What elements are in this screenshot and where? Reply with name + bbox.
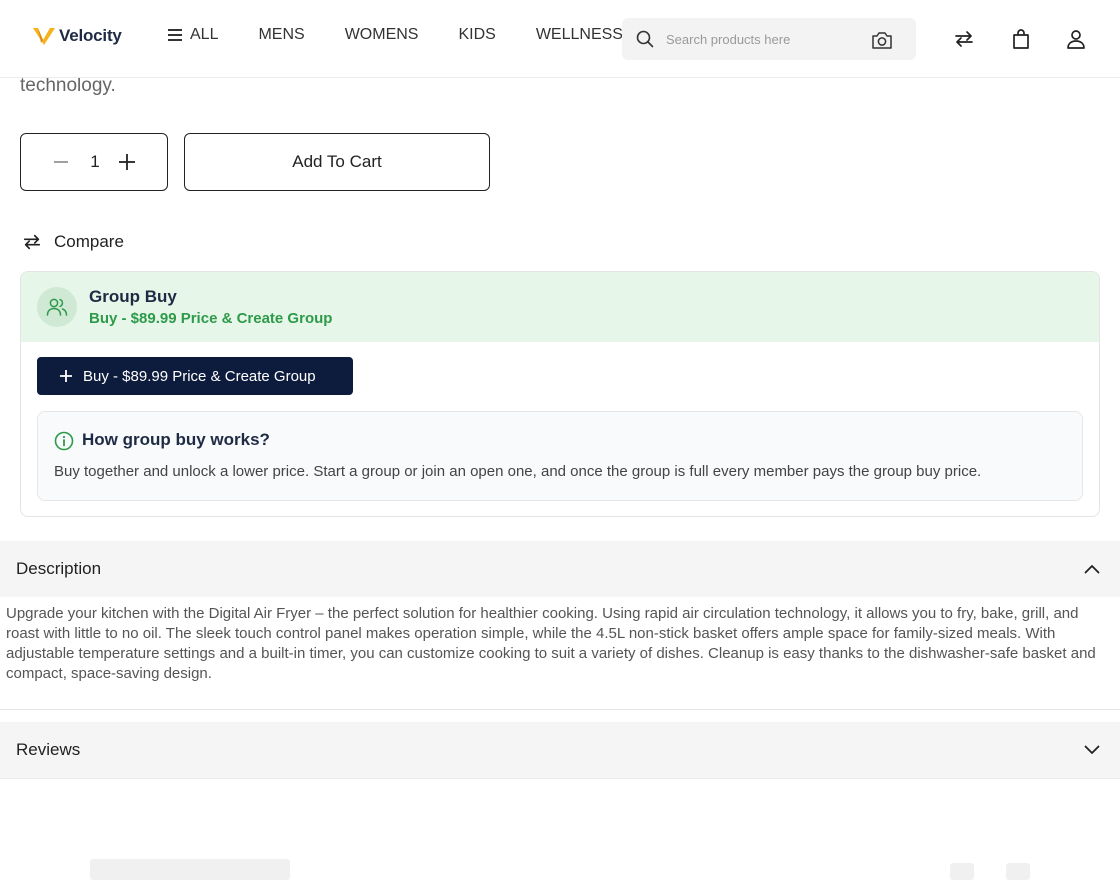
group-buy-header: Group Buy Buy - $89.99 Price & Create Gr… [21, 272, 1099, 342]
user-account-icon[interactable] [1065, 28, 1087, 50]
group-icon-badge [37, 287, 77, 327]
nav-item-all[interactable]: ALL [168, 26, 218, 44]
compare-arrows-icon[interactable] [953, 28, 975, 50]
shopping-bag-icon[interactable] [1010, 28, 1032, 50]
minus-icon[interactable] [53, 154, 69, 170]
create-group-label: Buy - $89.99 Price & Create Group [83, 367, 316, 385]
nav-item-label: ALL [190, 26, 219, 43]
compare-arrows-icon [23, 234, 41, 250]
nav-item-mens[interactable]: MENS [258, 26, 304, 44]
velocity-logo-icon [33, 28, 55, 45]
logo-text: Velocity [59, 26, 122, 45]
description-title: Description [16, 559, 102, 578]
how-it-works-text: Buy together and unlock a lower price. S… [54, 463, 982, 480]
quantity-stepper: 1 [20, 133, 168, 191]
plus-icon [60, 370, 72, 382]
site-header: Velocity ALL MENS WOMENS KIDS WELLNESS [0, 0, 1120, 78]
main-nav: ALL MENS WOMENS KIDS WELLNESS [168, 26, 623, 44]
nav-item-kids[interactable]: KIDS [458, 26, 495, 44]
nav-item-womens[interactable]: WOMENS [345, 26, 419, 44]
loading-skeleton [90, 859, 290, 880]
how-group-buy-works-box: How group buy works? Buy together and un… [37, 411, 1083, 501]
group-buy-title: Group Buy [89, 287, 177, 306]
search-bar [622, 18, 916, 60]
info-icon [54, 431, 74, 451]
compare-link[interactable]: Compare [22, 232, 124, 252]
group-buy-subtitle: Buy - $89.99 Price & Create Group [89, 310, 333, 327]
description-accordion-header[interactable]: Description [0, 541, 1120, 597]
product-description-tail: technology. [20, 75, 116, 96]
loading-skeleton [950, 863, 974, 880]
description-body: Upgrade your kitchen with the Digital Ai… [6, 605, 1096, 682]
reviews-title: Reviews [16, 740, 81, 759]
add-to-cart-button[interactable]: Add To Cart [184, 133, 490, 191]
section-divider [0, 778, 1120, 779]
create-group-button[interactable]: Buy - $89.99 Price & Create Group [37, 357, 353, 395]
nav-item-wellness[interactable]: WELLNESS [536, 26, 623, 44]
users-group-icon [46, 298, 68, 316]
search-icon[interactable] [636, 30, 654, 48]
how-it-works-title: How group buy works? [82, 430, 270, 449]
plus-icon[interactable] [118, 153, 136, 171]
camera-search-icon[interactable] [871, 30, 893, 50]
compare-label: Compare [54, 232, 124, 251]
reviews-accordion-header[interactable]: Reviews [0, 722, 1120, 778]
hamburger-menu-icon [168, 29, 182, 41]
loading-skeleton [1006, 863, 1030, 880]
group-buy-card: Group Buy Buy - $89.99 Price & Create Gr… [20, 271, 1100, 517]
search-input[interactable] [666, 28, 862, 50]
chevron-down-icon [1084, 745, 1100, 754]
chevron-up-icon [1084, 565, 1100, 574]
section-divider [0, 709, 1120, 710]
quantity-value: 1 [90, 152, 100, 171]
logo[interactable]: Velocity [32, 26, 122, 46]
